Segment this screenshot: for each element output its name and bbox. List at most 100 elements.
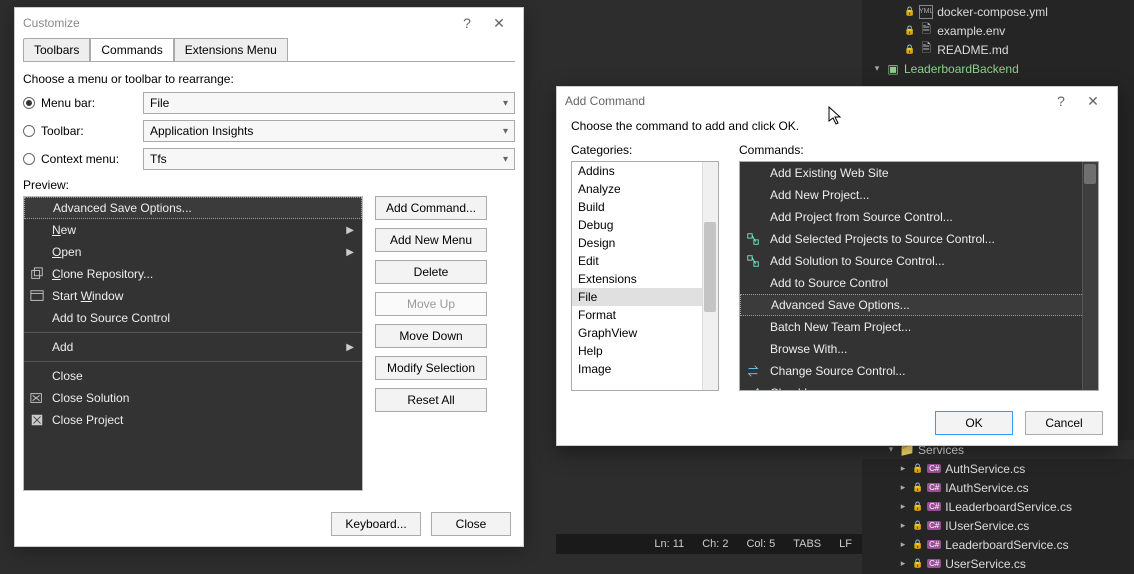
tree-item-label: IUserService.cs: [945, 519, 1029, 533]
move-up-button[interactable]: Move Up: [375, 292, 487, 316]
radio-menubar[interactable]: [23, 97, 35, 109]
help-button[interactable]: ?: [451, 11, 483, 35]
lock-icon: 🔒: [904, 44, 915, 55]
add-command-button[interactable]: Add Command...: [375, 196, 487, 220]
preview-item[interactable]: Open▶: [24, 241, 362, 263]
add-command-dialog: Add Command ? ✕ Choose the command to ad…: [556, 86, 1118, 446]
preview-item[interactable]: Advanced Save Options...: [24, 197, 362, 219]
category-item[interactable]: Debug: [572, 216, 718, 234]
command-item[interactable]: Add Solution to Source Control...: [740, 250, 1098, 272]
tree-item[interactable]: ▸🔒C#UserService.cs: [862, 554, 1134, 573]
lock-icon: 🔒: [904, 6, 915, 17]
category-item[interactable]: Addins: [572, 162, 718, 180]
category-item[interactable]: Format: [572, 306, 718, 324]
preview-item[interactable]: Clone Repository...: [24, 263, 362, 285]
command-item[interactable]: Add Selected Projects to Source Control.…: [740, 228, 1098, 250]
menubar-dropdown[interactable]: File: [143, 92, 515, 114]
command-item-label: Add Solution to Source Control...: [770, 254, 945, 268]
categories-scrollbar[interactable]: [702, 162, 718, 390]
change-icon: [746, 364, 760, 378]
chevron-right-icon: ▶: [346, 342, 354, 353]
preview-item[interactable]: Add▶: [24, 336, 362, 358]
customize-dialog: Customize ? ✕ ToolbarsCommandsExtensions…: [14, 7, 524, 547]
category-item[interactable]: Design: [572, 234, 718, 252]
category-item[interactable]: Image: [572, 360, 718, 378]
keyboard-button[interactable]: Keyboard...: [331, 512, 421, 536]
category-item[interactable]: Help: [572, 342, 718, 360]
close-icon[interactable]: ✕: [1077, 89, 1109, 113]
tree-item[interactable]: ▸🔒C#AuthService.cs: [862, 459, 1134, 478]
tree-item-label: LeaderboardService.cs: [945, 538, 1068, 552]
category-item[interactable]: File: [572, 288, 718, 306]
reset-all-button[interactable]: Reset All: [375, 388, 487, 412]
tab-commands[interactable]: Commands: [90, 38, 173, 61]
preview-item-label: Advanced Save Options...: [53, 201, 192, 215]
command-item-label: Add New Project...: [770, 188, 869, 202]
tree-item[interactable]: ▾▣LeaderboardBackend: [862, 59, 1134, 78]
command-item[interactable]: Advanced Save Options...: [740, 294, 1098, 316]
preview-item[interactable]: New▶: [24, 219, 362, 241]
category-item[interactable]: Analyze: [572, 180, 718, 198]
command-item[interactable]: Add Existing Web Site: [740, 162, 1098, 184]
radio-toolbar[interactable]: [23, 125, 35, 137]
customize-titlebar: Customize ? ✕: [15, 8, 523, 38]
radio-menubar-label: Menu bar:: [41, 96, 137, 110]
tab-extensions-menu[interactable]: Extensions Menu: [174, 38, 288, 61]
delete-button[interactable]: Delete: [375, 260, 487, 284]
clone-icon: [30, 267, 44, 281]
close-button[interactable]: Close: [431, 512, 511, 536]
contextmenu-dropdown[interactable]: Tfs: [143, 148, 515, 170]
tree-item[interactable]: 🔒YMLdocker-compose.yml: [862, 2, 1134, 21]
category-item[interactable]: Extensions: [572, 270, 718, 288]
move-down-button[interactable]: Move Down: [375, 324, 487, 348]
category-item[interactable]: Build: [572, 198, 718, 216]
commands-scrollbar[interactable]: [1082, 162, 1098, 390]
category-item[interactable]: Edit: [572, 252, 718, 270]
add-menu-button[interactable]: Add New Menu: [375, 228, 487, 252]
help-button[interactable]: ?: [1045, 89, 1077, 113]
command-item[interactable]: Batch New Team Project...: [740, 316, 1098, 338]
tree-item-label: LeaderboardBackend: [904, 62, 1019, 76]
customize-footer: Keyboard... Close: [15, 512, 523, 546]
tree-item-label: README.md: [937, 43, 1008, 57]
chevron-right-icon: ▶: [346, 225, 354, 236]
preview-item-label: Close Solution: [52, 391, 129, 405]
category-item[interactable]: GraphView: [572, 324, 718, 342]
tab-toolbars[interactable]: Toolbars: [23, 38, 90, 61]
command-item[interactable]: Change Source Control...: [740, 360, 1098, 382]
toolbar-dropdown[interactable]: Application Insights: [143, 120, 515, 142]
close-icon[interactable]: ✕: [483, 11, 515, 35]
command-item-label: CheckIn: [770, 386, 814, 391]
preview-item[interactable]: Close Project: [24, 409, 362, 431]
tree-item[interactable]: ▸🔒C#IUserService.cs: [862, 516, 1134, 535]
command-item[interactable]: CheckIn: [740, 382, 1098, 391]
command-item-label: Add Existing Web Site: [770, 166, 889, 180]
preview-item[interactable]: Close: [24, 365, 362, 387]
preview-item[interactable]: Start Window: [24, 285, 362, 307]
ok-button[interactable]: OK: [935, 411, 1013, 435]
preview-item[interactable]: Add to Source Control: [24, 307, 362, 329]
addcmd-footer: OK Cancel: [557, 401, 1117, 445]
preview-list[interactable]: Advanced Save Options... New▶Open▶Clone R…: [23, 196, 363, 491]
srcctrl-icon: [746, 254, 760, 268]
tree-item[interactable]: 🔒🗎example.env: [862, 21, 1134, 40]
command-item[interactable]: Browse With...: [740, 338, 1098, 360]
categories-list[interactable]: AddinsAnalyzeBuildDebugDesignEditExtensi…: [571, 161, 719, 391]
commands-list[interactable]: Add Existing Web Site Add New Project... A…: [739, 161, 1099, 391]
command-item[interactable]: Add New Project...: [740, 184, 1098, 206]
preview-item-label: Close Project: [52, 413, 123, 427]
tree-item-label: example.env: [937, 24, 1005, 38]
radio-contextmenu[interactable]: [23, 153, 35, 165]
tree-item[interactable]: ▸🔒C#LeaderboardService.cs: [862, 535, 1134, 554]
command-item[interactable]: Add to Source Control: [740, 272, 1098, 294]
modify-selection-button[interactable]: Modify Selection: [375, 356, 487, 380]
tree-item[interactable]: ▸🔒C#IAuthService.cs: [862, 478, 1134, 497]
tree-item[interactable]: ▸🔒C#ILeaderboardService.cs: [862, 497, 1134, 516]
cancel-button[interactable]: Cancel: [1025, 411, 1103, 435]
preview-item[interactable]: Close Solution: [24, 387, 362, 409]
command-item-label: Add Project from Source Control...: [770, 210, 953, 224]
tree-item[interactable]: 🔒🗎README.md: [862, 40, 1134, 59]
status-col: Col: 5: [746, 538, 775, 550]
lock-icon: 🔒: [912, 558, 923, 569]
command-item[interactable]: Add Project from Source Control...: [740, 206, 1098, 228]
